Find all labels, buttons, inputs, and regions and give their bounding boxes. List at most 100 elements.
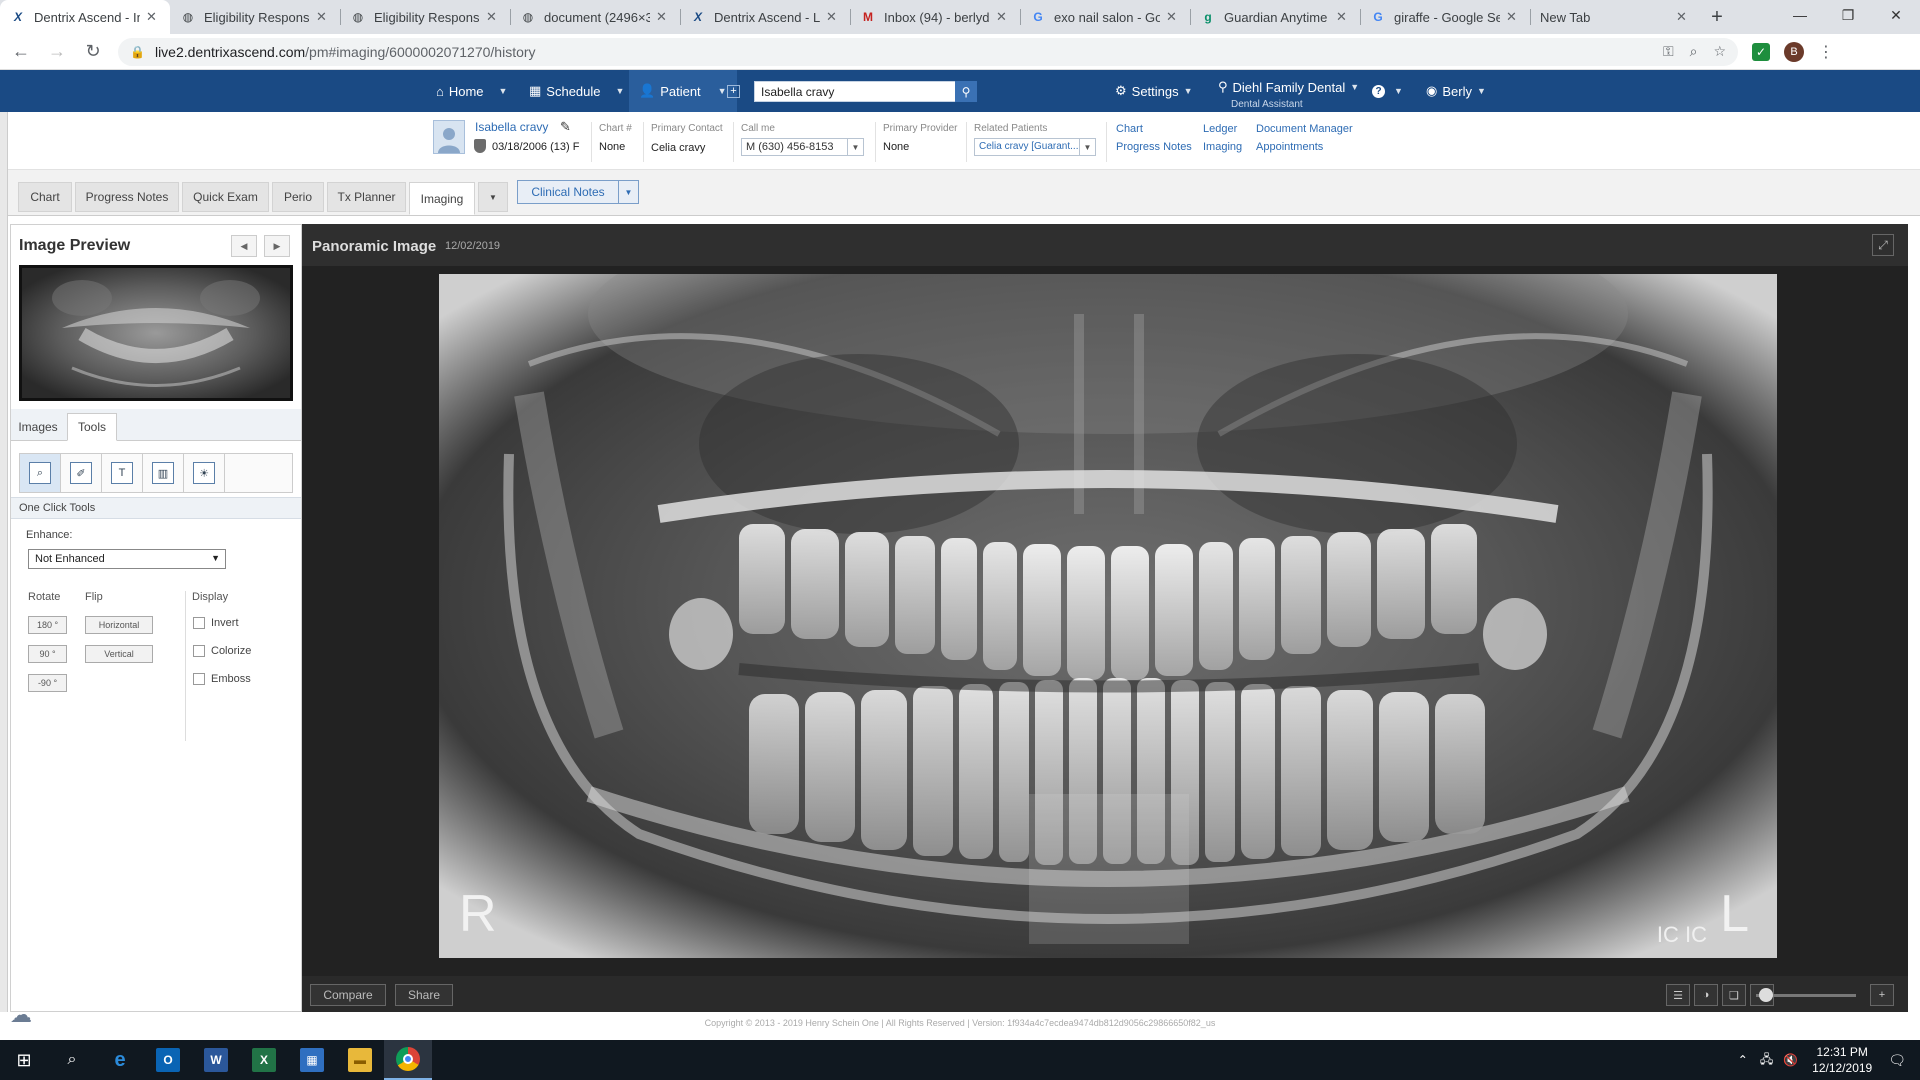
previous-image-button[interactable]: ◀ [231, 235, 257, 257]
checkbox-box[interactable] [193, 645, 205, 657]
nav-user[interactable]: ◉ Berly ▼ [1426, 70, 1486, 112]
image-preview-thumbnail[interactable] [19, 265, 293, 401]
chevron-down-icon[interactable]: ▼ [1184, 86, 1193, 96]
tab-imaging[interactable]: Imaging [409, 182, 475, 215]
brightness-tool-button[interactable]: ☀ [184, 454, 225, 492]
nav-home[interactable]: ⌂ Home ▼ [436, 70, 507, 112]
call-me-select[interactable]: M (630) 456-8153 ▼ [741, 138, 864, 156]
related-patients-select[interactable]: Celia cravy [Guarant... ▼ [974, 138, 1096, 156]
nav-patient[interactable]: 👤 Patient ▼ [629, 70, 737, 112]
browser-tab[interactable]: ◍ Eligibility Response ✕ [170, 0, 340, 34]
zoom-slider-handle[interactable] [1759, 988, 1773, 1002]
rotate-minus-90-button[interactable]: -90 ° [28, 674, 67, 692]
chevron-down-icon[interactable]: ▼ [718, 86, 727, 96]
flip-horizontal-button[interactable]: Horizontal [85, 616, 153, 634]
histogram-tool-button[interactable]: ▥ [143, 454, 184, 492]
forward-arrow-icon[interactable]: → [42, 37, 72, 67]
taskbar-word[interactable]: W [192, 1040, 240, 1080]
close-tab-icon[interactable]: ✕ [1506, 9, 1520, 25]
share-button[interactable]: Share [395, 984, 453, 1006]
taskbar-calendar-app[interactable]: ▦ [288, 1040, 336, 1080]
zoom-slider[interactable] [1756, 988, 1856, 1002]
browser-tab[interactable]: M Inbox (94) - berlydi ✕ [850, 0, 1020, 34]
close-tab-icon[interactable]: ✕ [996, 9, 1010, 25]
tab-progress-notes[interactable]: Progress Notes [75, 182, 179, 212]
edit-pencil-icon[interactable]: ✎ [560, 119, 571, 135]
address-bar[interactable]: 🔒 live2.dentrixascend.com /pm#imaging/60… [118, 37, 1738, 66]
taskbar-outlook[interactable]: O [144, 1040, 192, 1080]
contrast-button[interactable]: ◑ [1694, 984, 1718, 1006]
rotate-90-button[interactable]: 90 ° [28, 645, 67, 663]
network-icon[interactable]: 🖧 [1760, 1050, 1773, 1071]
close-window-icon[interactable]: ✕ [1872, 0, 1920, 30]
panoramic-xray-image[interactable]: R IC IC L [439, 274, 1777, 958]
chevron-down-icon[interactable]: ▼ [618, 181, 638, 203]
annotate-tool-button[interactable]: ✐ [61, 454, 102, 492]
invert-checkbox[interactable]: Invert [193, 617, 239, 629]
close-tab-icon[interactable]: ✕ [1166, 9, 1180, 25]
nav-settings[interactable]: ⚙ Settings ▼ [1115, 70, 1193, 112]
back-arrow-icon[interactable]: ← [6, 37, 36, 67]
extension-check-icon[interactable]: ✓ [1752, 42, 1770, 61]
enhance-select[interactable]: Not Enhanced ▼ [28, 549, 226, 569]
tab-chart[interactable]: Chart [18, 182, 72, 212]
link-document-manager[interactable]: Document Manager [1256, 123, 1353, 135]
browser-tab[interactable]: G exo nail salon - Goo ✕ [1020, 0, 1190, 34]
close-tab-icon[interactable]: ✕ [1676, 9, 1690, 25]
browser-tab[interactable]: ◍ document (2496×3 ✕ [510, 0, 680, 34]
menu-kebab-icon[interactable]: ⋮ [1818, 42, 1834, 62]
profile-avatar[interactable]: B [1784, 41, 1804, 62]
link-chart[interactable]: Chart [1116, 123, 1143, 135]
clinical-notes-button[interactable]: Clinical Notes ▼ [517, 180, 639, 204]
tab-perio[interactable]: Perio [272, 182, 324, 212]
taskbar-edge[interactable]: e [96, 1040, 144, 1080]
new-tab-button[interactable]: + [1700, 0, 1734, 34]
key-icon[interactable]: ⚿ [1663, 43, 1674, 60]
search-button[interactable]: ⌕ [48, 1040, 96, 1080]
copy-image-button[interactable]: ❏ [1722, 984, 1746, 1006]
tab-tx-planner[interactable]: Tx Planner [327, 182, 406, 212]
browser-tab[interactable]: ◍ Eligibility Response ✕ [340, 0, 510, 34]
patient-search-input[interactable]: Isabella cravy [754, 81, 976, 102]
zoom-in-button[interactable]: + [1870, 984, 1894, 1006]
taskbar-excel[interactable]: X [240, 1040, 288, 1080]
notifications-icon[interactable]: 🗨 [1888, 1052, 1906, 1069]
tab-quick-exam[interactable]: Quick Exam [182, 182, 269, 212]
emboss-checkbox[interactable]: Emboss [193, 673, 251, 685]
close-tab-icon[interactable]: ✕ [656, 9, 670, 25]
nav-schedule[interactable]: ▦ Schedule ▼ [529, 70, 624, 112]
checkbox-box[interactable] [193, 617, 205, 629]
taskbar-file-explorer[interactable]: ▬ [336, 1040, 384, 1080]
link-imaging[interactable]: Imaging [1203, 141, 1242, 153]
link-ledger[interactable]: Ledger [1203, 123, 1237, 135]
minimize-icon[interactable]: — [1776, 0, 1824, 30]
close-tab-icon[interactable]: ✕ [146, 9, 160, 25]
reload-icon[interactable]: ↻ [78, 37, 108, 67]
start-button[interactable]: ⊞ [0, 1040, 48, 1080]
browser-tab[interactable]: g Guardian Anytime ✕ [1190, 0, 1360, 34]
tray-chevron-up-icon[interactable]: ⌃ [1738, 1053, 1748, 1067]
chevron-down-icon[interactable]: ▼ [616, 86, 625, 96]
compare-button[interactable]: Compare [310, 984, 386, 1006]
text-tool-button[interactable]: T [102, 454, 143, 492]
patient-name[interactable]: Isabella cravy [475, 120, 548, 134]
chevron-down-icon[interactable]: ▼ [499, 86, 508, 96]
link-progress-notes[interactable]: Progress Notes [1116, 141, 1192, 153]
chevron-down-icon[interactable]: ▼ [1350, 82, 1359, 92]
close-tab-icon[interactable]: ✕ [826, 9, 840, 25]
next-image-button[interactable]: ▶ [264, 235, 290, 257]
colorize-checkbox[interactable]: Colorize [193, 645, 251, 657]
close-tab-icon[interactable]: ✕ [1336, 9, 1350, 25]
taskbar-chrome[interactable] [384, 1040, 432, 1080]
taskbar-clock[interactable]: 12:31 PM 12/12/2019 [1812, 1044, 1872, 1076]
zoom-icon[interactable]: ⌕ [1690, 43, 1698, 60]
browser-tab[interactable]: G giraffe - Google Se ✕ [1360, 0, 1530, 34]
one-click-tools-button[interactable]: ⌕ [20, 454, 61, 492]
bookmark-star-icon[interactable]: ☆ [1713, 43, 1726, 60]
close-tab-icon[interactable]: ✕ [486, 9, 500, 25]
chevron-down-icon[interactable]: ▼ [1394, 86, 1403, 96]
tab-tools[interactable]: Tools [67, 413, 117, 441]
close-tab-icon[interactable]: ✕ [316, 9, 330, 25]
checkbox-box[interactable] [193, 673, 205, 685]
flip-vertical-button[interactable]: Vertical [85, 645, 153, 663]
